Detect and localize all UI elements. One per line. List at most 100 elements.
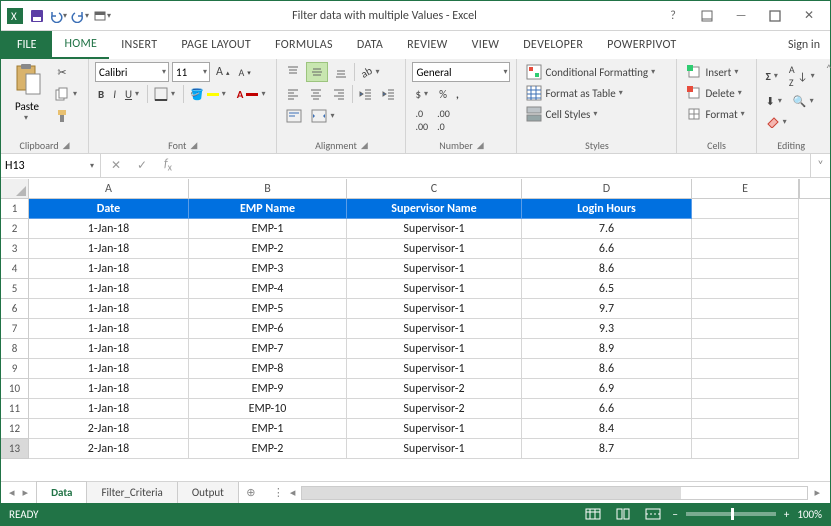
cell-styles-button[interactable]: Cell Styles▾ <box>523 104 602 124</box>
column-header-E[interactable]: E <box>692 179 799 198</box>
minimize-icon[interactable]: — <box>724 4 758 28</box>
underline-button[interactable]: U▾ <box>122 84 144 104</box>
help-icon[interactable]: ? <box>656 4 690 28</box>
cell[interactable]: EMP-9 <box>189 379 347 399</box>
chevron-down-icon[interactable]: ▾ <box>73 89 79 99</box>
cell[interactable]: 8.4 <box>522 419 692 439</box>
sheet-tab-output[interactable]: Output <box>178 482 239 504</box>
decrease-decimal-button[interactable]: .00.0 <box>434 106 453 134</box>
align-top-button[interactable] <box>283 62 303 82</box>
cell[interactable]: Supervisor Name <box>347 199 522 219</box>
cell[interactable]: EMP-1 <box>189 419 347 439</box>
new-sheet-button[interactable]: ⊕ <box>239 486 263 499</box>
row-header[interactable]: 3 <box>1 239 29 259</box>
sheet-tab-data[interactable]: Data <box>36 481 87 503</box>
cut-button[interactable]: ✂ <box>51 62 82 82</box>
cell[interactable]: EMP-4 <box>189 279 347 299</box>
cell[interactable]: 9.7 <box>522 299 692 319</box>
cell[interactable]: 1-Jan-18 <box>29 259 189 279</box>
cell[interactable] <box>692 319 799 339</box>
comma-format-button[interactable]: , <box>453 84 462 104</box>
tab-view[interactable]: VIEW <box>460 31 512 59</box>
align-left-button[interactable] <box>283 84 303 104</box>
cell[interactable]: Supervisor-1 <box>347 339 522 359</box>
cell[interactable]: 7.6 <box>522 219 692 239</box>
row-header[interactable]: 5 <box>1 279 29 299</box>
align-right-button[interactable] <box>329 84 349 104</box>
clear-button[interactable]: ▾ <box>763 112 792 132</box>
zoom-out-icon[interactable]: − <box>672 508 677 521</box>
formula-input[interactable] <box>185 154 804 177</box>
row-header[interactable]: 13 <box>1 439 29 459</box>
accounting-format-button[interactable]: $▾ <box>412 84 433 104</box>
cell[interactable]: 8.7 <box>522 439 692 459</box>
tab-page-layout[interactable]: PAGE LAYOUT <box>169 31 263 59</box>
delete-cells-button[interactable]: Delete▾ <box>683 83 746 103</box>
format-as-table-button[interactable]: Format as Table▾ <box>523 83 627 103</box>
cell[interactable]: Date <box>29 199 189 219</box>
row-header[interactable]: 1 <box>1 199 29 219</box>
zoom-level[interactable]: 100% <box>797 508 822 521</box>
cell[interactable]: EMP-8 <box>189 359 347 379</box>
tab-home[interactable]: HOME <box>52 31 109 59</box>
row-header[interactable]: 6 <box>1 299 29 319</box>
maximize-icon[interactable] <box>758 4 792 28</box>
grow-font-button[interactable]: A▴ <box>213 62 232 82</box>
cell[interactable]: EMP-5 <box>189 299 347 319</box>
cell[interactable] <box>692 399 799 419</box>
cell[interactable]: 1-Jan-18 <box>29 299 189 319</box>
cell[interactable]: 6.5 <box>522 279 692 299</box>
row-header[interactable]: 10 <box>1 379 29 399</box>
undo-icon[interactable]: ▾ <box>49 6 69 26</box>
cancel-formula-icon[interactable]: ✕ <box>107 158 125 173</box>
dialog-launcher-icon[interactable]: ◢ <box>190 140 197 151</box>
tab-data[interactable]: DATA <box>345 31 395 59</box>
cell[interactable]: 1-Jan-18 <box>29 319 189 339</box>
find-select-button[interactable]: 🔍▾ <box>790 91 819 111</box>
save-icon[interactable] <box>27 6 47 26</box>
cell[interactable]: Supervisor-1 <box>347 259 522 279</box>
cell[interactable]: 8.9 <box>522 339 692 359</box>
cell[interactable]: Supervisor-1 <box>347 359 522 379</box>
insert-cells-button[interactable]: Insert▾ <box>683 62 743 82</box>
cell[interactable]: EMP-2 <box>189 439 347 459</box>
cell[interactable] <box>692 419 799 439</box>
sheet-tab-filter_criteria[interactable]: Filter_Criteria <box>87 482 177 504</box>
cell[interactable]: EMP-2 <box>189 239 347 259</box>
expand-formula-bar-icon[interactable]: ˅ <box>810 154 830 177</box>
cell[interactable]: 8.6 <box>522 259 692 279</box>
ribbon-options-icon[interactable] <box>690 4 724 28</box>
tab-file[interactable]: FILE <box>1 31 52 59</box>
column-header-A[interactable]: A <box>29 179 189 198</box>
cell[interactable] <box>692 299 799 319</box>
align-center-button[interactable] <box>306 84 326 104</box>
cell[interactable] <box>692 219 799 239</box>
collapse-ribbon-icon[interactable]: ˄ <box>826 59 831 153</box>
cell[interactable] <box>692 239 799 259</box>
border-button[interactable]: ▾ <box>151 84 180 104</box>
cell[interactable]: 6.9 <box>522 379 692 399</box>
select-all-button[interactable] <box>1 179 29 198</box>
font-name-select[interactable]: Calibri▾ <box>95 62 169 82</box>
enter-formula-icon[interactable]: ✓ <box>133 158 151 173</box>
zoom-slider[interactable] <box>686 512 776 516</box>
cell[interactable]: 6.6 <box>522 239 692 259</box>
cell[interactable]: Supervisor-1 <box>347 299 522 319</box>
cell[interactable] <box>692 339 799 359</box>
chevron-down-icon[interactable]: ▾ <box>24 113 30 123</box>
align-bottom-button[interactable] <box>331 62 351 82</box>
cell[interactable]: Supervisor-1 <box>347 419 522 439</box>
chevron-down-icon[interactable]: ▾ <box>85 11 91 21</box>
page-layout-view-icon[interactable] <box>612 506 634 522</box>
cell[interactable]: Supervisor-2 <box>347 399 522 419</box>
cell[interactable]: EMP-7 <box>189 339 347 359</box>
align-middle-button[interactable] <box>306 62 328 82</box>
bold-button[interactable]: B <box>95 84 107 104</box>
tab-insert[interactable]: INSERT <box>109 31 169 59</box>
fill-button[interactable]: ⬇▾ <box>763 91 787 111</box>
cell[interactable]: 1-Jan-18 <box>29 339 189 359</box>
sign-in-link[interactable]: Sign in <box>778 31 830 59</box>
cell[interactable]: 1-Jan-18 <box>29 279 189 299</box>
dialog-launcher-icon[interactable]: ◢ <box>477 140 484 151</box>
cell[interactable]: EMP-3 <box>189 259 347 279</box>
